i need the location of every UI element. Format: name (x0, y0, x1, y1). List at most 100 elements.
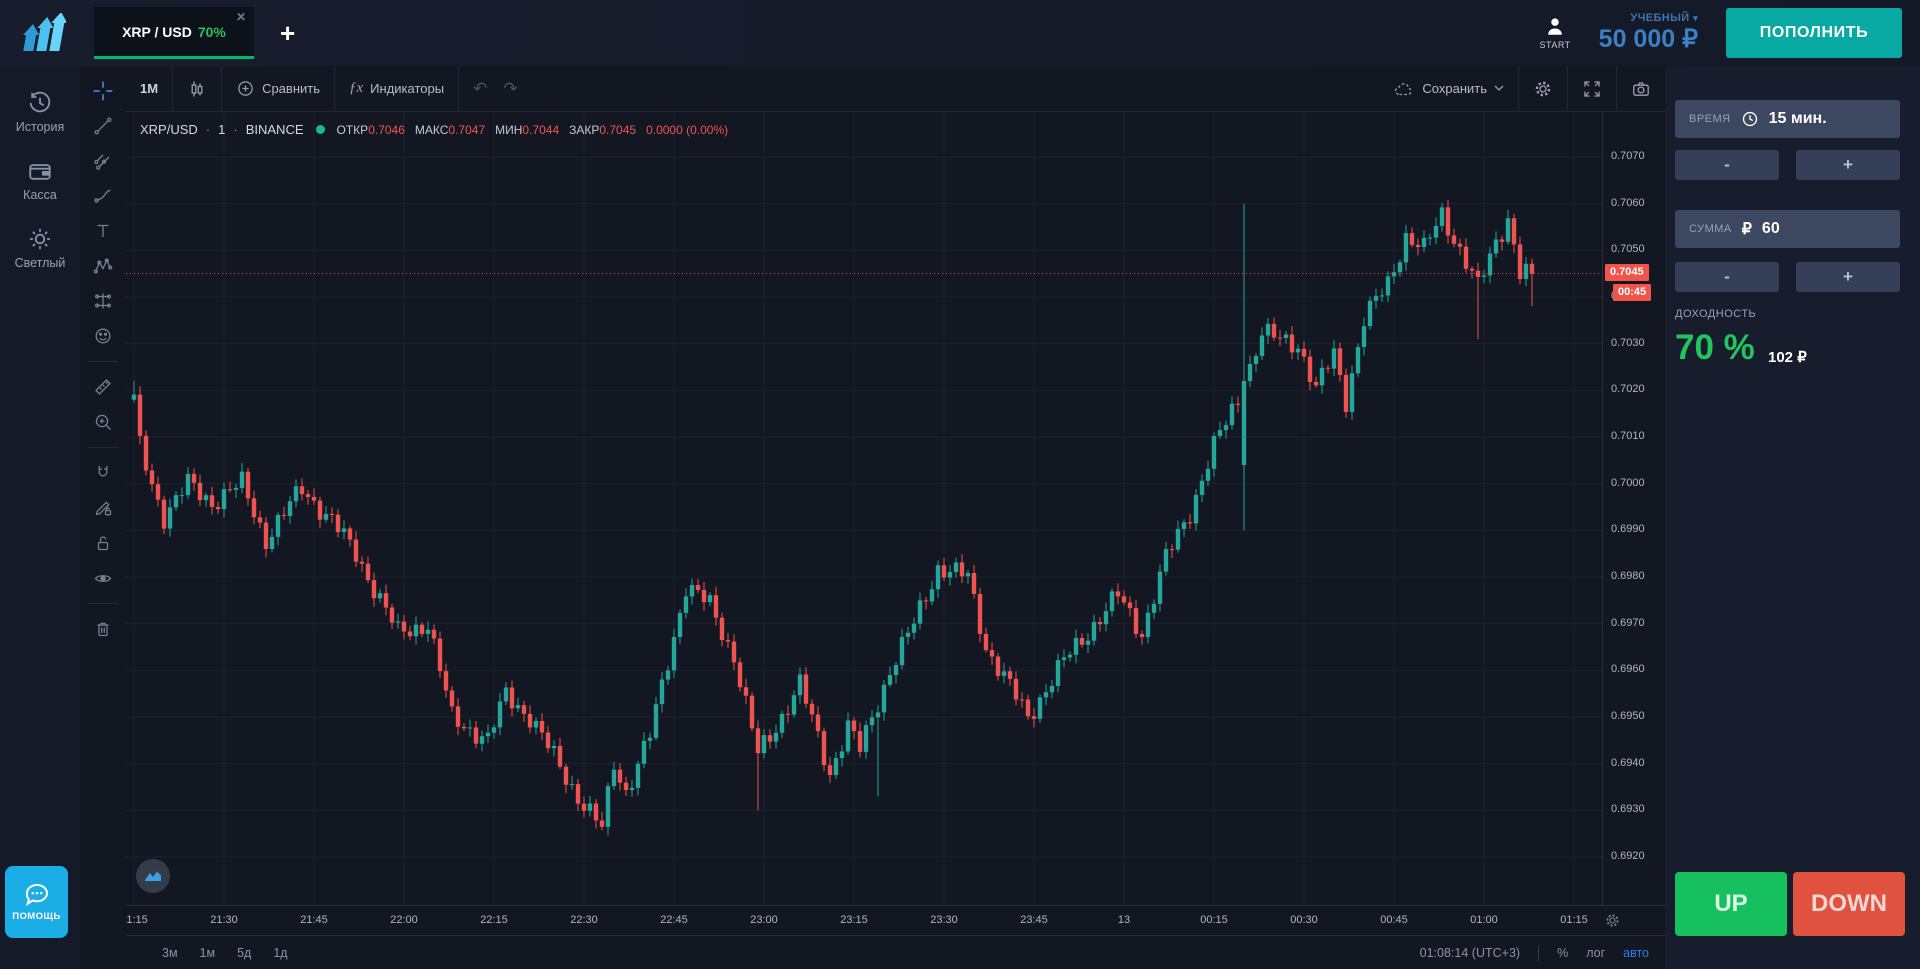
chart-settings-button[interactable] (1519, 66, 1567, 111)
time-field[interactable]: ВРЕМЯ 15 мин. (1675, 100, 1900, 138)
add-tab-button[interactable]: + (280, 20, 295, 46)
legend-interval: 1 (218, 122, 225, 137)
time-axis-settings-icon[interactable] (1604, 912, 1621, 932)
range-1m[interactable]: 1м (200, 946, 216, 960)
amount-plus-button[interactable]: + (1796, 262, 1900, 292)
app-sidebar: История Касса Светлый (0, 66, 80, 969)
app-logo-icon (20, 13, 66, 53)
toolbar-divider (88, 447, 118, 448)
tool-position-icon[interactable] (88, 288, 118, 314)
top-bar: XRP / USD 70% ✕ + START УЧЕБНЫЙ ▾ 50 000… (0, 0, 1920, 66)
undo-icon[interactable]: ↶ (473, 79, 487, 99)
interval-button[interactable]: 1M (126, 66, 172, 111)
help-label: ПОМОЩЬ (12, 911, 60, 922)
price-tick: 0.7000 (1611, 477, 1645, 489)
tab-pair-label: XRP / USD (122, 24, 192, 40)
time-tick: 13 (1118, 914, 1130, 926)
candlestick-chart[interactable]: XRP/USD · 1 · BINANCE ОТКР0.7046 МАКС0.7… (126, 112, 1602, 905)
tool-trendline-icon[interactable] (88, 113, 118, 139)
time-tick: 22:00 (390, 914, 418, 926)
chevron-down-icon (1494, 85, 1504, 92)
tool-brush-icon[interactable] (88, 183, 118, 209)
range-5d[interactable]: 5д (237, 946, 251, 960)
camera-icon (1631, 79, 1651, 99)
start-button[interactable]: START (1540, 16, 1571, 50)
percent-scale-toggle[interactable]: % (1557, 946, 1568, 960)
sidebar-item-history[interactable]: История (0, 90, 80, 134)
price-tick: 0.6960 (1611, 663, 1645, 675)
tool-remove-icon[interactable] (88, 616, 118, 642)
sidebar-item-cashier[interactable]: Касса (0, 158, 80, 202)
price-tick: 0.6980 (1611, 570, 1645, 582)
deposit-button[interactable]: ПОПОЛНИТЬ (1726, 8, 1902, 58)
price-tick: 0.7010 (1611, 430, 1645, 442)
tool-crosshair-icon[interactable] (88, 78, 118, 104)
compare-label: Сравнить (262, 81, 320, 96)
legend-symbol: XRP/USD (140, 122, 198, 137)
tool-emoji-icon[interactable] (88, 323, 118, 349)
time-tick: 22:30 (570, 914, 598, 926)
range-1d[interactable]: 1д (273, 946, 287, 960)
chart-type-button[interactable] (173, 66, 221, 111)
down-button[interactable]: DOWN (1793, 872, 1905, 936)
amount-minus-button[interactable]: - (1675, 262, 1779, 292)
time-label: ВРЕМЯ (1689, 113, 1731, 125)
legend-change: 0.0000 (0.00%) (646, 123, 728, 137)
drawing-toolbar (80, 66, 126, 969)
time-plus-button[interactable]: + (1796, 150, 1900, 180)
save-layout-button[interactable]: Сохранить (1379, 66, 1518, 111)
tool-text-icon[interactable] (88, 218, 118, 244)
current-price-label: 0.7045 (1605, 264, 1649, 281)
up-button[interactable]: UP (1675, 872, 1787, 936)
sidebar-item-label: Касса (23, 188, 57, 202)
time-axis[interactable]: 21:1521:3021:4522:0022:1522:3022:4523:00… (126, 905, 1665, 936)
balance-amount: 50 000 ₽ (1599, 25, 1698, 54)
range-3m[interactable]: 3м (162, 946, 178, 960)
price-tick: 0.7050 (1611, 243, 1645, 255)
price-tick: 0.6990 (1611, 523, 1645, 535)
wallet-icon (27, 158, 53, 184)
account-mode-label: УЧЕБНЫЙ (1630, 12, 1689, 24)
payout-label: ДОХОДНОСТЬ (1675, 308, 1756, 320)
fullscreen-button[interactable] (1568, 66, 1616, 111)
tool-hide-icon[interactable] (88, 565, 118, 591)
balance-block[interactable]: УЧЕБНЫЙ ▾ 50 000 ₽ (1599, 12, 1698, 53)
tool-pitchfork-icon[interactable] (88, 148, 118, 174)
tab-xrp-usd[interactable]: XRP / USD 70% ✕ (94, 7, 254, 59)
tab-close-icon[interactable]: ✕ (236, 10, 246, 24)
log-scale-toggle[interactable]: лог (1586, 946, 1605, 960)
tool-ruler-icon[interactable] (88, 374, 118, 400)
sidebar-item-theme[interactable]: Светлый (0, 226, 80, 270)
amount-field[interactable]: СУММА ₽ 60 (1675, 210, 1900, 248)
tool-zoom-in-icon[interactable] (88, 409, 118, 435)
legend-exchange: BINANCE (246, 122, 304, 137)
tool-drawing-mode-icon[interactable] (88, 495, 118, 521)
time-minus-button[interactable]: - (1675, 150, 1779, 180)
chart-region: 1M Сравнить ƒx Индикаторы ↶ ↷ (80, 66, 1665, 969)
sidebar-item-label: История (16, 120, 64, 134)
toolbar-divider (88, 361, 118, 362)
price-axis[interactable]: 0.69200.69300.69400.69500.69600.69700.69… (1602, 112, 1666, 905)
tool-lock-icon[interactable] (88, 530, 118, 556)
help-button[interactable]: ПОМОЩЬ (5, 866, 68, 938)
screenshot-button[interactable] (1617, 66, 1665, 111)
chart-style-button[interactable] (136, 859, 170, 893)
candles-icon (187, 79, 207, 99)
cloud-icon (1393, 80, 1415, 98)
compare-plus-icon (236, 79, 255, 98)
redo-icon[interactable]: ↷ (503, 79, 517, 99)
price-tick: 0.7060 (1611, 197, 1645, 209)
time-tick: 01:15 (1560, 914, 1588, 926)
tab-payout-label: 70% (198, 24, 226, 40)
auto-scale-toggle[interactable]: авто (1623, 946, 1649, 960)
time-tick: 23:30 (930, 914, 958, 926)
price-tick: 0.7030 (1611, 337, 1645, 349)
time-tick: 21:15 (126, 914, 148, 926)
tool-magnet-icon[interactable] (88, 460, 118, 486)
indicators-label: Индикаторы (370, 81, 444, 96)
legend-ohlc: ОТКР0.7046 МАКС0.7047 МИН0.7044 ЗАКР0.70… (337, 123, 729, 137)
compare-button[interactable]: Сравнить (222, 66, 334, 111)
tool-xabcd-pattern-icon[interactable] (88, 253, 118, 279)
indicators-button[interactable]: ƒx Индикаторы (335, 66, 458, 111)
price-tick: 0.6950 (1611, 710, 1645, 722)
